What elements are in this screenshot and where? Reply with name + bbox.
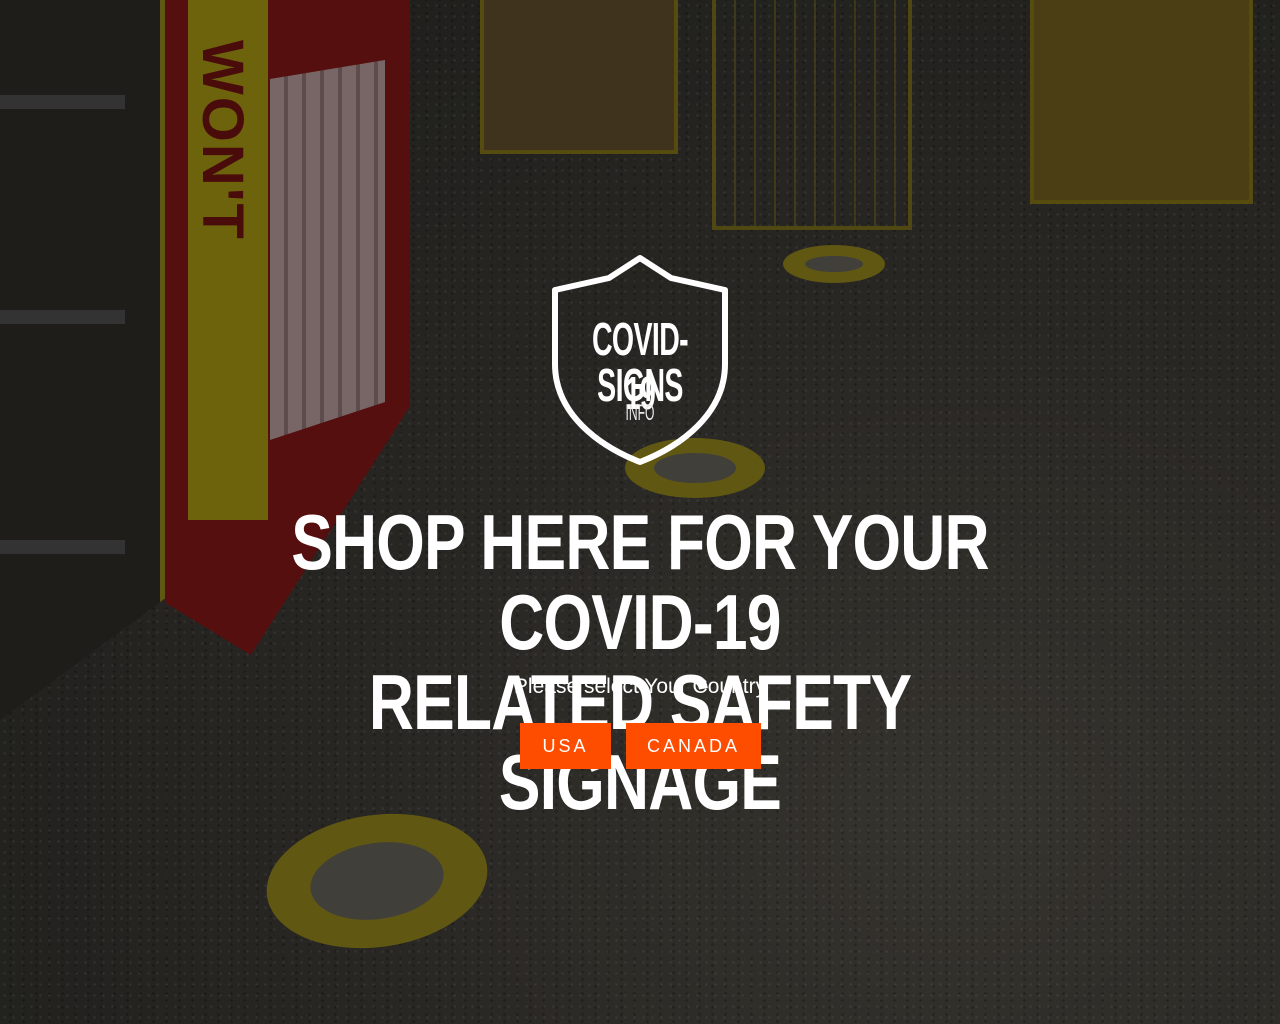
headline-line-1: SHOP HERE FOR YOUR COVID-19 [291, 498, 989, 666]
page-headline: SHOP HERE FOR YOUR COVID-19 RELATED SAFE… [280, 502, 1000, 822]
usa-button[interactable]: USA [520, 723, 611, 769]
landing-page: WON'T COVID-19 SIGNS INFO SHOP HERE FOR … [0, 0, 1280, 1024]
site-logo[interactable]: COVID-19 SIGNS INFO [549, 254, 731, 466]
canada-button[interactable]: CANADA [626, 723, 761, 769]
country-prompt: Please select Your Country [513, 675, 767, 698]
hero-section: COVID-19 SIGNS INFO SHOP HERE FOR YOUR C… [0, 0, 1280, 1024]
logo-line-info: INFO [625, 400, 655, 425]
